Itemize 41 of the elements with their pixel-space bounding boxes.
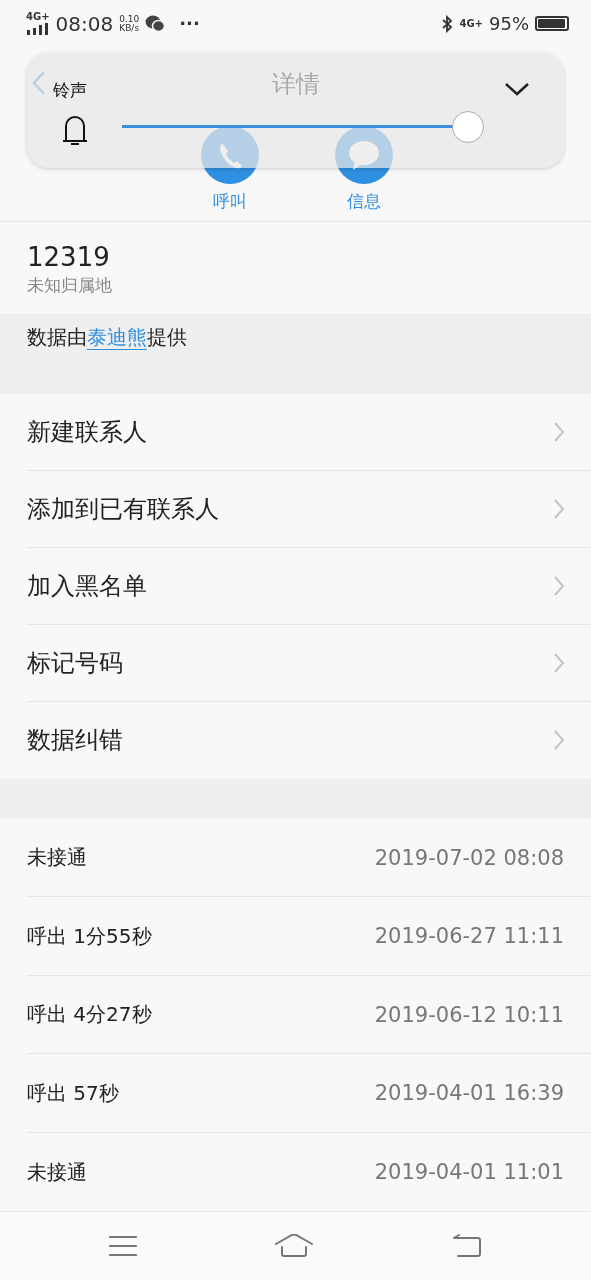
call-type: 呼出 1分55秒	[27, 922, 153, 950]
chevron-right-icon	[553, 420, 565, 443]
chevron-right-icon	[553, 497, 565, 520]
speed-value: 0.10	[119, 14, 140, 24]
more-indicator: ···	[179, 13, 200, 35]
ringtone-label: 铃声	[53, 79, 87, 102]
back-icon[interactable]	[452, 1234, 483, 1259]
network-label: 4G+	[459, 18, 483, 29]
collapse-icon[interactable]	[504, 81, 530, 97]
call-type: 未接通	[27, 844, 88, 872]
signal-icon	[26, 23, 49, 36]
speed-unit: KB/s	[119, 23, 140, 33]
phone-number: 12319	[27, 241, 111, 272]
location-text: 未知归属地	[27, 273, 113, 297]
call-time: 2019-04-01 16:39	[374, 1081, 564, 1106]
menu-icon[interactable]	[108, 1235, 137, 1258]
call-type: 未接通	[27, 1158, 88, 1186]
menu-item[interactable]: 标记号码	[27, 624, 591, 702]
bell-icon	[60, 113, 90, 147]
chevron-right-icon	[553, 729, 565, 752]
call-type: 呼出 57秒	[27, 1079, 120, 1107]
battery-percent: 95%	[489, 13, 529, 35]
data-source-text: 数据由泰迪熊提供	[27, 324, 187, 350]
network-label: 4G+	[26, 12, 50, 23]
clock: 08:08	[55, 11, 114, 36]
call-type: 呼出 4分27秒	[27, 1001, 153, 1029]
menu-item[interactable]: 加入黑名单	[27, 547, 591, 625]
chat-icon	[145, 15, 166, 33]
chevron-right-icon	[553, 574, 565, 597]
battery-icon	[535, 16, 569, 32]
call-time: 2019-04-01 11:01	[374, 1160, 564, 1185]
call-time: 2019-07-02 08:08	[374, 845, 564, 870]
bluetooth-icon	[442, 14, 454, 33]
call-time: 2019-06-27 11:11	[374, 924, 564, 949]
call-time: 2019-06-12 10:11	[374, 1002, 564, 1027]
chevron-right-icon	[553, 651, 565, 674]
menu-item[interactable]: 添加到已有联系人	[27, 470, 591, 548]
menu-item[interactable]: 数据纠错	[27, 701, 591, 779]
home-icon[interactable]	[274, 1234, 315, 1259]
menu-item[interactable]: 新建联系人	[27, 393, 591, 471]
page-title: 详情	[271, 68, 320, 100]
